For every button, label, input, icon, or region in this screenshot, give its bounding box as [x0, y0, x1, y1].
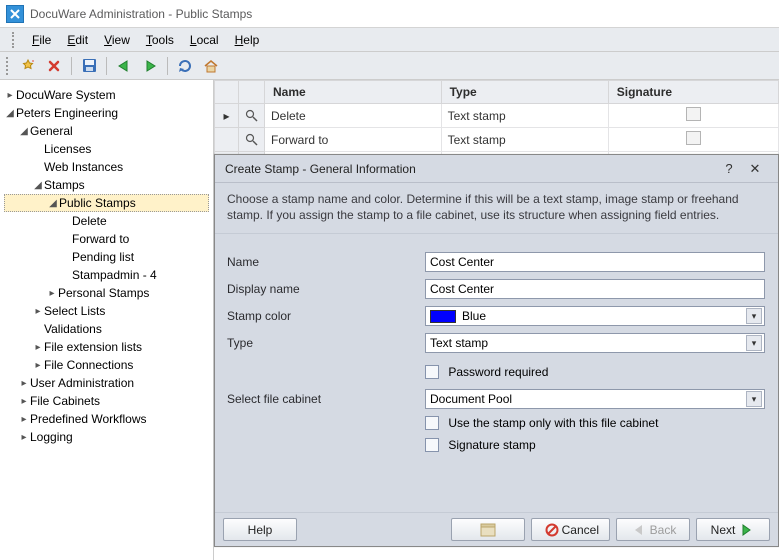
label-stamp-color: Stamp color — [225, 309, 425, 323]
chevron-down-icon: ▾ — [746, 335, 762, 351]
tree-file-connections[interactable]: ▸File Connections — [4, 356, 209, 374]
dialog-footer: Help Cancel Back Next — [215, 512, 778, 546]
tree-file-ext-lists[interactable]: ▸File extension lists — [4, 338, 209, 356]
tree-licenses[interactable]: Licenses — [4, 140, 209, 158]
tree-general[interactable]: ◢General — [4, 122, 209, 140]
tree-user-admin[interactable]: ▸User Administration — [4, 374, 209, 392]
cabinet-icon — [480, 523, 496, 537]
chevron-down-icon: ▾ — [746, 391, 762, 407]
toolbar-handle — [6, 57, 12, 75]
window-title: DocuWare Administration - Public Stamps — [30, 7, 252, 21]
signature-stamp-checkbox[interactable] — [425, 438, 439, 452]
file-cabinet-value: Document Pool — [430, 392, 512, 406]
tree-logging[interactable]: ▸Logging — [4, 428, 209, 446]
menu-help[interactable]: Help — [227, 30, 268, 50]
home-button[interactable] — [199, 55, 223, 77]
close-icon[interactable]: ✕ — [742, 161, 768, 177]
row-indicator-icon: ▸ — [223, 109, 229, 123]
content-area: Name Type Signature ▸ Delete Text stamp … — [214, 80, 779, 560]
password-required-checkbox[interactable] — [425, 365, 439, 379]
menubar: File Edit View Tools Local Help — [0, 28, 779, 52]
stamp-color-value: Blue — [462, 309, 486, 323]
label-use-only: Use the stamp only with this file cabine… — [448, 416, 658, 430]
tree-web-instances[interactable]: Web Instances — [4, 158, 209, 176]
color-swatch — [430, 310, 456, 323]
cell-type: Text stamp — [441, 104, 608, 128]
label-type: Type — [225, 336, 425, 350]
type-value: Text stamp — [430, 336, 488, 350]
label-name: Name — [225, 255, 425, 269]
help-icon[interactable]: ? — [716, 161, 742, 176]
magnifier-icon[interactable] — [245, 133, 258, 146]
arrow-right-icon — [738, 524, 752, 536]
tree-ps-delete[interactable]: Delete — [4, 212, 209, 230]
menu-file[interactable]: File — [24, 30, 59, 50]
save-button[interactable] — [77, 55, 101, 77]
grid-iconcol — [239, 81, 265, 104]
new-item-button[interactable] — [16, 55, 40, 77]
cell-name: Delete — [265, 104, 442, 128]
cabinet-button[interactable] — [451, 518, 525, 541]
back-button[interactable] — [112, 55, 136, 77]
tree-ps-stampadmin[interactable]: Stampadmin - 4 — [4, 266, 209, 284]
menu-view[interactable]: View — [96, 30, 138, 50]
file-cabinet-select[interactable]: Document Pool ▾ — [425, 389, 765, 409]
create-stamp-dialog: Create Stamp - General Information ? ✕ C… — [214, 154, 779, 547]
tree-personal-stamps[interactable]: ▸Personal Stamps — [4, 284, 209, 302]
label-password-required: Password required — [448, 365, 548, 379]
next-button[interactable]: Next — [696, 518, 770, 541]
cell-type: Text stamp — [441, 128, 608, 152]
display-name-input[interactable] — [425, 279, 765, 299]
menu-edit[interactable]: Edit — [59, 30, 96, 50]
back-button: Back — [616, 518, 690, 541]
chevron-down-icon: ▾ — [746, 308, 762, 324]
cancel-icon — [545, 523, 559, 537]
menubar-handle — [12, 32, 18, 48]
navigation-tree[interactable]: ▸DocuWare System ◢Peters Engineering ◢Ge… — [0, 80, 214, 560]
dialog-body: Name Display name Stamp color Blue ▾ — [215, 234, 778, 512]
grid-header-type[interactable]: Type — [441, 81, 608, 104]
cell-name: Forward to — [265, 128, 442, 152]
name-input[interactable] — [425, 252, 765, 272]
cancel-button[interactable]: Cancel — [531, 518, 610, 541]
signature-cell — [686, 107, 701, 121]
dialog-description: Choose a stamp name and color. Determine… — [215, 183, 778, 234]
dialog-titlebar: Create Stamp - General Information ? ✕ — [215, 155, 778, 183]
toolbar — [0, 52, 779, 80]
use-only-checkbox[interactable] — [425, 416, 439, 430]
tree-file-cabinets[interactable]: ▸File Cabinets — [4, 392, 209, 410]
menu-local[interactable]: Local — [182, 30, 227, 50]
grid-corner — [215, 81, 239, 104]
tree-ps-pending[interactable]: Pending list — [4, 248, 209, 266]
tree-select-lists[interactable]: ▸Select Lists — [4, 302, 209, 320]
grid-header-name[interactable]: Name — [265, 81, 442, 104]
label-signature-stamp: Signature stamp — [448, 438, 535, 452]
signature-cell — [686, 131, 701, 145]
refresh-button[interactable] — [173, 55, 197, 77]
grid-row[interactable]: ▸ Delete Text stamp — [215, 104, 779, 128]
magnifier-icon[interactable] — [245, 109, 258, 122]
tree-ps-forward[interactable]: Forward to — [4, 230, 209, 248]
app-icon — [6, 5, 24, 23]
delete-button[interactable] — [42, 55, 66, 77]
help-button[interactable]: Help — [223, 518, 297, 541]
titlebar: DocuWare Administration - Public Stamps — [0, 0, 779, 28]
arrow-left-icon — [633, 524, 647, 536]
type-select[interactable]: Text stamp ▾ — [425, 333, 765, 353]
tree-stamps[interactable]: ◢Stamps — [4, 176, 209, 194]
forward-button[interactable] — [138, 55, 162, 77]
label-display-name: Display name — [225, 282, 425, 296]
tree-docuware-system[interactable]: ▸DocuWare System — [4, 86, 209, 104]
menu-tools[interactable]: Tools — [138, 30, 182, 50]
tree-validations[interactable]: Validations — [4, 320, 209, 338]
tree-public-stamps[interactable]: ◢Public Stamps — [4, 194, 209, 212]
grid-row[interactable]: Forward to Text stamp — [215, 128, 779, 152]
label-select-file-cabinet: Select file cabinet — [225, 392, 425, 406]
dialog-title-text: Create Stamp - General Information — [225, 162, 416, 176]
tree-predef-workflows[interactable]: ▸Predefined Workflows — [4, 410, 209, 428]
stamp-color-select[interactable]: Blue ▾ — [425, 306, 765, 326]
grid-header-signature[interactable]: Signature — [608, 81, 778, 104]
tree-org[interactable]: ◢Peters Engineering — [4, 104, 209, 122]
